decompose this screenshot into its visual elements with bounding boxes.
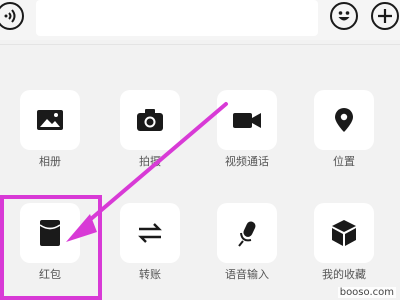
watermark: booso.com: [337, 287, 396, 298]
pointer-arrow-icon: [66, 102, 228, 242]
